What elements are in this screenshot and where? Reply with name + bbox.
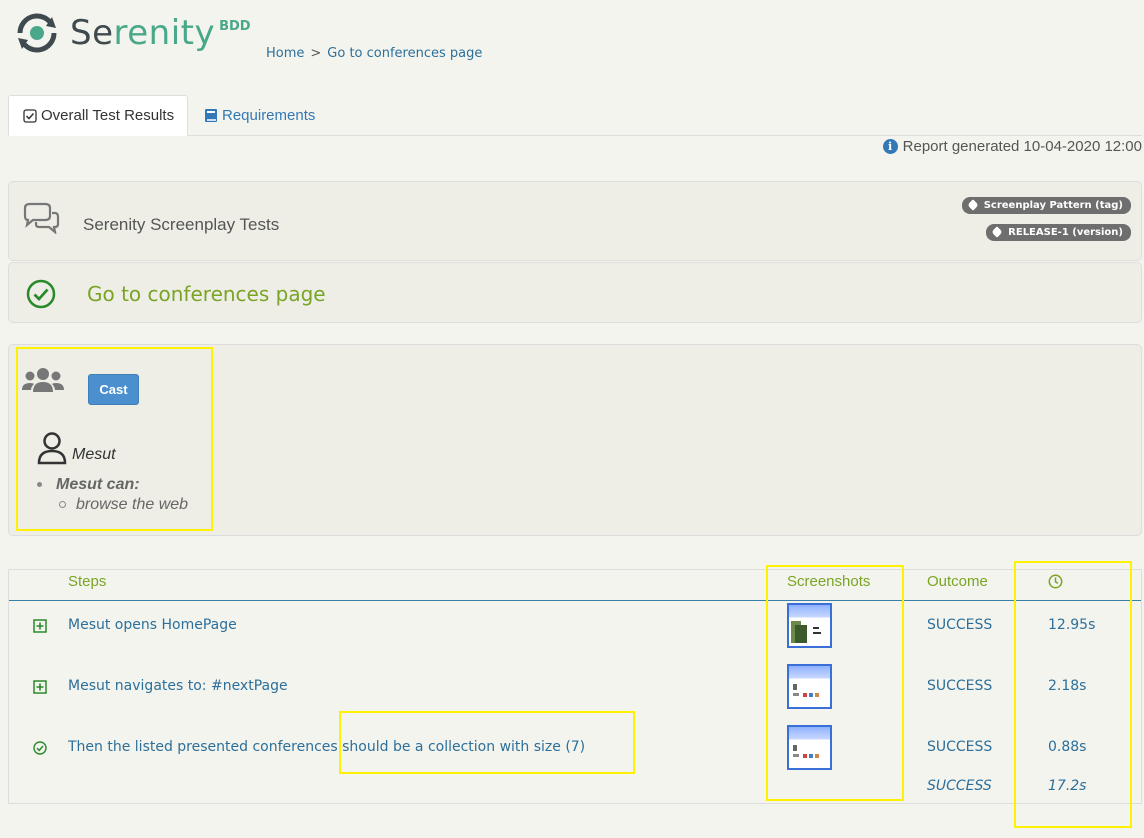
report-generated-text: Report generated 10-04-2020 12:00 <box>902 138 1142 155</box>
ability-list: Mesut can: browse the web <box>37 476 188 514</box>
total-duration: 17.2s <box>1048 778 1087 794</box>
logo-wordmark: Serenity <box>70 13 216 53</box>
bullet-icon <box>37 482 42 488</box>
actor-name: Mesut <box>72 446 116 463</box>
comments-icon <box>21 202 61 239</box>
user-icon <box>36 431 68 470</box>
step-text[interactable]: Then the listed presented conferences sh… <box>68 739 585 755</box>
logo-sub: BDD <box>219 18 251 34</box>
screenshots-header: Screenshots <box>787 573 871 590</box>
plus-square-icon[interactable] <box>33 679 47 698</box>
screenshot-thumbnail[interactable] <box>787 664 832 709</box>
users-icon <box>21 365 65 402</box>
breadcrumb-current[interactable]: Go to conferences page <box>327 46 482 61</box>
step-row: Then the listed presented conferences sh… <box>9 721 1141 782</box>
book-icon <box>204 108 218 123</box>
cast-panel: Cast Mesut Mesut can: browse the web <box>8 344 1142 536</box>
tab-overall-results[interactable]: Overall Test Results <box>8 95 188 136</box>
tab-bar: Overall Test Results Requirements <box>8 95 1142 136</box>
info-icon: i <box>882 139 898 154</box>
screenshot-thumbnail[interactable] <box>787 603 832 648</box>
scenario-title: Go to conferences page <box>87 282 326 306</box>
step-outcome: SUCCESS <box>927 617 993 633</box>
total-outcome: SUCCESS <box>927 778 992 794</box>
clock-icon <box>1048 574 1063 593</box>
check-square-icon <box>23 108 37 123</box>
suite-panel: Serenity Screenplay Tests Screenplay Pat… <box>8 181 1142 261</box>
tab-requirements-label: Requirements <box>222 107 316 124</box>
ability-item: browse the web <box>76 496 189 513</box>
step-duration: 0.88s <box>1048 739 1087 755</box>
step-text[interactable]: Mesut opens HomePage <box>68 617 237 633</box>
step-row: Mesut navigates to: #nextPage SUCCESS 2.… <box>9 660 1141 721</box>
step-text[interactable]: Mesut navigates to: #nextPage <box>68 678 288 694</box>
tab-requirements[interactable]: Requirements <box>204 95 315 136</box>
step-outcome: SUCCESS <box>927 739 993 755</box>
breadcrumb: Home > Go to conferences page <box>266 46 482 61</box>
report-generated: i Report generated 10-04-2020 12:00 <box>882 138 1142 155</box>
suite-title: Serenity Screenplay Tests <box>83 215 280 234</box>
breadcrumb-separator: > <box>310 46 322 61</box>
step-row: Mesut opens HomePage SUCCESS 12.95s <box>9 599 1141 660</box>
step-duration: 2.18s <box>1048 678 1087 694</box>
outcome-header: Outcome <box>927 573 988 590</box>
step-outcome: SUCCESS <box>927 678 993 694</box>
steps-table-header: Steps Screenshots Outcome <box>9 570 1141 601</box>
serenity-logo: Serenity BDD <box>12 6 251 60</box>
tag-screenplay-pattern[interactable]: Screenplay Pattern (tag) <box>961 197 1131 214</box>
plus-square-icon[interactable] <box>33 618 47 637</box>
serenity-logo-icon <box>12 8 62 58</box>
sub-bullet-icon <box>59 501 66 509</box>
tab-overall-results-label: Overall Test Results <box>41 107 175 124</box>
success-check-icon <box>26 279 56 314</box>
step-duration: 12.95s <box>1048 617 1096 633</box>
screenshot-thumbnail[interactable] <box>787 725 832 770</box>
scenario-panel: Go to conferences page <box>8 262 1142 323</box>
tag-release-version[interactable]: RELEASE-1 (version) <box>986 224 1131 241</box>
steps-table: Steps Screenshots Outcome Mesut opens Ho… <box>8 569 1142 804</box>
breadcrumb-home[interactable]: Home <box>266 46 304 61</box>
steps-header: Steps <box>68 573 107 590</box>
check-circle-icon <box>33 740 47 759</box>
actor-can-label: Mesut can: <box>56 476 140 493</box>
cast-button[interactable]: Cast <box>88 374 139 405</box>
